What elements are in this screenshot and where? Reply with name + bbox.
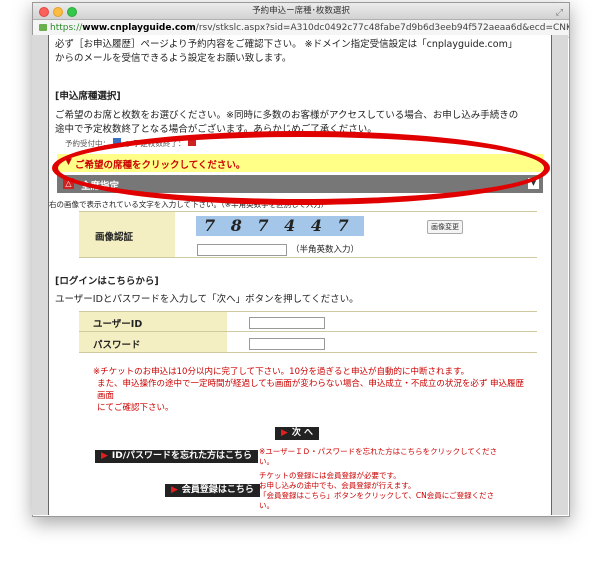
play-arrow-icon: ▶ xyxy=(171,485,178,495)
forgot-button-label: ID/パスワードを忘れた方はこちら xyxy=(111,451,253,461)
captcha-hint: （半角英数入力） xyxy=(291,245,360,255)
captcha-image: 7 8 7 4 4 7 xyxy=(196,216,364,236)
window-title: 予約申込ー席種･枚数選択 xyxy=(252,6,350,16)
divider xyxy=(79,257,537,258)
notice-line-4: にてご確認下さい。 xyxy=(97,403,174,413)
divider xyxy=(79,311,537,312)
password-input[interactable] xyxy=(249,338,325,350)
notice-line-2: また、申込操作の途中で一定時間が経過しても画面が変わらない場合、申込成立・不成立… xyxy=(97,379,525,389)
intro-line-1: 必ず［お申込履歴］ページより予約内容をご確認下さい。 ※ドメイン指定受信設定は「… xyxy=(55,39,518,50)
seat-section-heading: [申込席種選択] xyxy=(55,91,121,102)
page-margin-right xyxy=(551,35,568,515)
password-label: パスワード xyxy=(93,340,141,351)
title-bar: 予約申込ー席種･枚数選択 ⤢ xyxy=(33,3,569,20)
close-icon[interactable] xyxy=(39,7,49,17)
register-button[interactable]: ▶ 会員登録はこちら xyxy=(165,484,260,497)
login-desc: ユーザーIDとパスワードを入力して「次へ」ボタンを押してください。 xyxy=(55,294,359,305)
resize-icon[interactable]: ⤢ xyxy=(556,5,563,21)
url-host: www.cnplayguide.com xyxy=(82,23,196,33)
user-id-label: ユーザーID xyxy=(93,319,143,330)
register-note-2: お申し込みの途中でも、会員登録が行えます。 xyxy=(259,481,416,490)
url-path: /rsv/stkslc.aspx?sid=A310dc0492c77c48fab… xyxy=(195,23,569,33)
change-captcha-button[interactable]: 画像変更 xyxy=(427,220,463,234)
forgot-note-1: ※ユーザーＩＤ・パスワードを忘れた方はこちらをクリックしてくださ xyxy=(259,447,498,456)
lock-icon xyxy=(39,24,47,31)
intro-line-2: からのメールを受信できるよう設定をお願い致します。 xyxy=(55,53,292,64)
notice-line-3: 画面 xyxy=(97,391,115,401)
register-button-label: 会員登録はこちら xyxy=(181,485,254,495)
notice-line-1: ※チケットのお申込は10分以内に完了して下さい。10分を過ぎると申込が自動的に中… xyxy=(93,367,470,377)
register-note-3: 「会員登録はこちら」ボタンをクリックして、CN会員にご登録くださ xyxy=(259,491,495,500)
register-note-4: い。 xyxy=(259,501,274,510)
play-arrow-icon: ▶ xyxy=(281,428,288,438)
divider xyxy=(79,331,537,332)
highlight-ellipse xyxy=(52,131,550,205)
login-heading: [ログインはこちらから] xyxy=(55,276,159,287)
url-protocol: https:// xyxy=(50,23,83,33)
seat-desc-1: ご希望のお席と枚数をお選びください。※同時に多数のお客様がアクセスしている場合、… xyxy=(55,110,519,121)
captcha-input[interactable] xyxy=(197,244,287,256)
window-controls xyxy=(39,7,77,17)
forgot-note-2: い。 xyxy=(259,457,274,466)
next-button-label: 次 へ xyxy=(291,428,314,438)
page-content: 必ず［お申込履歴］ページより予約内容をご確認下さい。 ※ドメイン指定受信設定は「… xyxy=(48,35,552,515)
divider xyxy=(79,211,537,212)
next-button[interactable]: ▶ 次 へ xyxy=(275,427,320,440)
play-arrow-icon: ▶ xyxy=(101,451,108,461)
user-id-input[interactable] xyxy=(249,317,325,329)
captcha-label: 画像認証 xyxy=(95,232,134,243)
page-margin-left xyxy=(32,35,48,515)
divider xyxy=(79,352,537,353)
minimize-icon[interactable] xyxy=(53,7,63,17)
forgot-credentials-button[interactable]: ▶ ID/パスワードを忘れた方はこちら xyxy=(95,450,259,463)
register-note-1: チケットの登録には会員登録が必要です。 xyxy=(259,471,401,480)
zoom-icon[interactable] xyxy=(67,7,77,17)
